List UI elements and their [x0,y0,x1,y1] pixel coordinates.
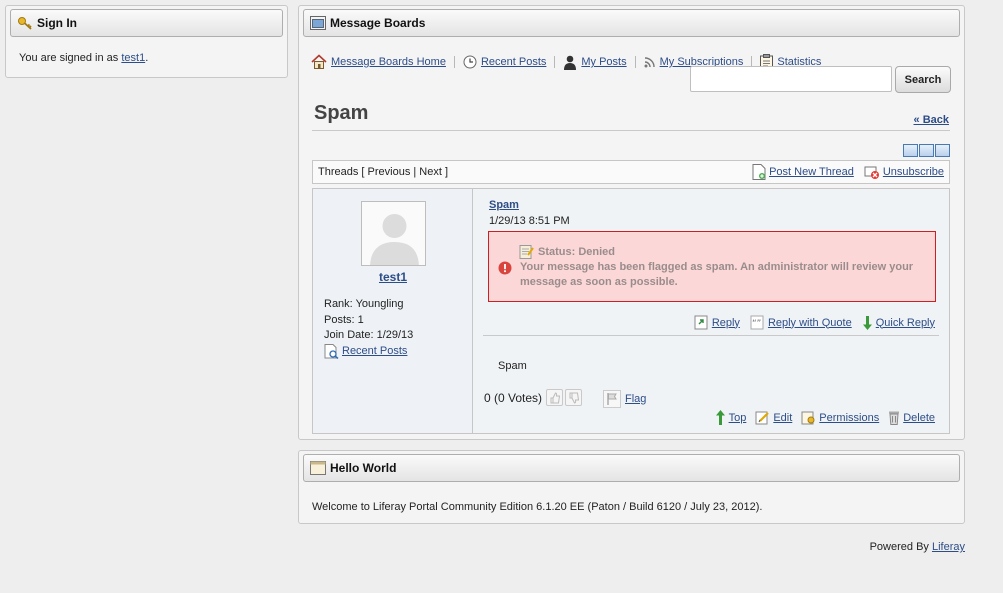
post-date: 1/29/13 8:51 PM [489,215,570,227]
ratings: 0 (0 Votes) [484,389,583,406]
message-container: test1 Rank: Youngling Posts: 1 Join Date… [312,188,950,434]
top-link[interactable]: Top [715,410,746,425]
avatar [361,201,426,266]
post-actions: Top Edit Permissions Delete [706,410,935,425]
post-column: Spam 1/29/13 8:51 PM Status: Denied Your… [474,189,949,433]
nav-my-posts[interactable]: My Posts [563,55,627,70]
view-mode-switcher [903,144,950,157]
welcome-text: Welcome to Liferay Portal Community Edit… [312,501,763,513]
back-link[interactable]: « Back [914,114,949,126]
search-input[interactable] [690,66,892,92]
hello-world-title-bar: Hello World [303,454,960,482]
message-boards-title: Message Boards [330,16,426,30]
error-icon [498,261,512,275]
new-page-icon [752,164,766,180]
flag-button[interactable]: Flag [603,390,646,408]
edit-icon [755,411,770,425]
author-posts: Posts: 1 [324,313,364,326]
trash-icon [889,411,900,425]
nav-separator [554,56,556,68]
default-avatar-icon [362,202,425,265]
home-icon [311,54,327,69]
sign-in-portlet: Sign In You are signed in as test1. [5,5,288,78]
flag-icon [603,390,621,408]
quick-reply-button[interactable]: Quick Reply [862,315,935,330]
threads-navigation[interactable]: Threads [ Previous | Next ] [318,166,448,178]
tree-view-icon[interactable] [935,144,950,157]
sign-in-title: Sign In [37,16,77,30]
reply-actions: Reply “” Reply with Quote Quick Reply [684,315,935,330]
reply-icon [694,315,708,330]
edit-button[interactable]: Edit [755,410,792,425]
unsubscribe[interactable]: Unsubscribe [864,164,944,180]
author-name-link[interactable]: test1 [313,270,473,284]
post-new-thread[interactable]: Post New Thread [752,164,854,180]
liferay-link[interactable]: Liferay [932,541,965,553]
quote-icon: “” [750,315,764,330]
key-icon [17,15,33,31]
hello-world-portlet: Hello World Welcome to Liferay Portal Co… [298,450,965,524]
reply-button[interactable]: Reply [694,315,740,330]
hello-world-title: Hello World [330,461,397,475]
search-button[interactable]: Search [895,66,951,93]
rss-icon [644,57,655,68]
status-line: Status: Denied [519,244,615,259]
arrow-up-icon [715,410,725,425]
thumbs-up-icon[interactable] [546,389,564,406]
window-icon [310,15,326,31]
combination-view-icon[interactable] [903,144,918,157]
powered-by: Powered By Liferay [869,541,965,553]
svg-text:“”: “” [752,319,761,329]
message-boards-title-bar: Message Boards [303,9,960,37]
signed-in-user-link[interactable]: test1 [121,52,145,64]
flat-view-icon[interactable] [919,144,934,157]
user-icon [564,55,577,70]
window-icon [310,460,326,476]
signed-in-status: You are signed in as test1. [19,52,149,64]
author-join-date: Join Date: 1/29/13 [324,329,414,341]
threads-bar: Threads [ Previous | Next ] Post New Thr… [312,160,950,184]
message-boards-portlet: Message Boards Message Boards Home Recen… [298,5,965,440]
author-recent-posts[interactable]: Recent Posts [324,343,413,360]
nav-recent-posts[interactable]: Recent Posts [463,55,546,69]
reply-with-quote-button[interactable]: “” Reply with Quote [750,315,852,330]
search-page-icon [324,343,339,359]
thumbs-down-icon[interactable] [565,389,583,406]
author-column: test1 Rank: Youngling Posts: 1 Join Date… [313,189,473,433]
post-divider [483,335,939,336]
arrow-down-icon [862,316,872,330]
post-body: Spam [498,360,527,372]
author-rank: Rank: Youngling [324,298,404,310]
spam-notice: Your message has been flagged as spam. A… [520,261,914,288]
unsubscribe-icon [864,166,879,179]
nav-separator [634,56,636,68]
spam-status-alert: Status: Denied Your message has been fla… [488,231,936,302]
author-info: Rank: Youngling Posts: 1 Join Date: 1/29… [324,297,413,359]
category-title: Spam [314,102,369,124]
delete-button[interactable]: Delete [888,410,935,425]
sign-in-title-bar: Sign In [10,9,283,37]
nav-separator [453,56,455,68]
status-note-icon [519,245,534,259]
permissions-icon [801,411,815,425]
clock-icon [463,55,477,69]
title-divider [312,130,950,131]
permissions-button[interactable]: Permissions [801,410,879,425]
vote-count: 0 (0 Votes) [484,390,543,405]
nav-home[interactable]: Message Boards Home [311,54,446,70]
post-subject-link[interactable]: Spam [489,199,519,211]
